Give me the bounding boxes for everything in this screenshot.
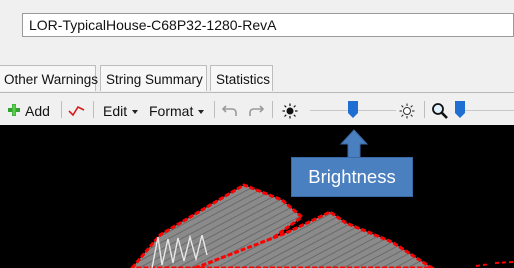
callout-arrow-icon bbox=[339, 129, 369, 158]
brightness-slider[interactable] bbox=[310, 101, 396, 121]
tab-other-warnings[interactable]: Other Warnings bbox=[0, 65, 98, 91]
brightness-callout: Brightness bbox=[291, 157, 413, 197]
sun-dark-icon bbox=[282, 103, 298, 119]
sun-light-icon bbox=[399, 103, 415, 119]
edit-menu[interactable]: Edit bbox=[103, 103, 139, 119]
tab-statistics[interactable]: Statistics bbox=[210, 65, 273, 91]
tab-string-summary[interactable]: String Summary bbox=[100, 65, 207, 91]
preview-canvas[interactable] bbox=[0, 125, 514, 268]
format-menu-label: Format bbox=[149, 103, 194, 119]
toolbar-divider bbox=[93, 101, 94, 118]
toolbar: Add Edit Format bbox=[0, 93, 514, 125]
tab-bar: Other Warnings String Summary Statistics bbox=[0, 65, 514, 93]
toolbar-divider bbox=[424, 101, 425, 118]
red-line-icon[interactable] bbox=[68, 103, 85, 117]
toolbar-divider bbox=[272, 101, 273, 118]
magnifier-icon bbox=[432, 103, 448, 119]
undo-icon[interactable] bbox=[222, 103, 238, 117]
format-menu[interactable]: Format bbox=[149, 103, 205, 119]
green-plus-icon[interactable] bbox=[7, 103, 21, 117]
zoom-slider[interactable] bbox=[455, 101, 514, 121]
project-name-field[interactable]: LOR-TypicalHouse-C68P32-1280-RevA bbox=[22, 13, 514, 37]
toolbar-divider bbox=[214, 101, 215, 118]
brightness-slider-thumb[interactable] bbox=[348, 101, 358, 119]
add-button[interactable]: Add bbox=[25, 103, 50, 119]
edit-menu-label: Edit bbox=[103, 103, 128, 119]
zoom-slider-thumb[interactable] bbox=[455, 101, 465, 119]
toolbar-divider bbox=[61, 101, 62, 118]
chevron-down-icon bbox=[198, 110, 205, 115]
redo-icon[interactable] bbox=[248, 103, 264, 117]
chevron-down-icon bbox=[132, 110, 139, 115]
house-preview-image bbox=[130, 183, 514, 268]
